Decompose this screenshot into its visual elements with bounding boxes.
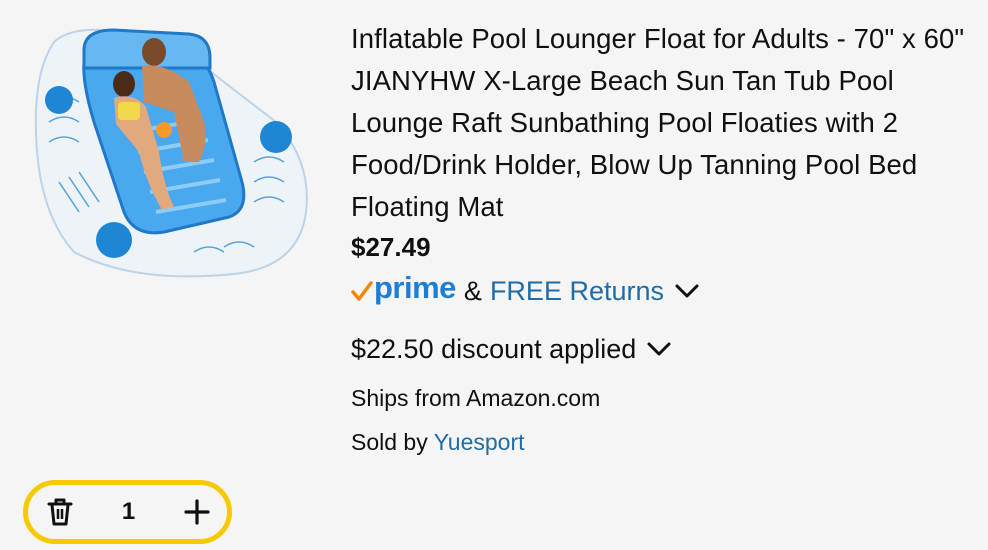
chevron-down-icon[interactable] [674,282,700,300]
prime-amp: & [463,275,482,306]
discount-text: $22.50 discount applied [351,333,637,364]
product-details: Inflatable Pool Lounger Float for Adults… [351,18,966,458]
plus-icon[interactable] [181,496,213,528]
prime-logo: prime [351,270,456,308]
prime-check-icon [351,281,373,301]
trash-icon[interactable] [44,496,76,528]
free-returns-link[interactable]: FREE Returns [490,276,664,307]
seller-link[interactable]: Yuesport [434,429,525,455]
product-title[interactable]: Inflatable Pool Lounger Float for Adults… [351,18,966,228]
quantity-value: 1 [121,498,136,525]
chevron-down-icon[interactable] [646,340,672,358]
ships-from: Ships from Amazon.com [351,385,601,411]
quantity-stepper: 1 [23,480,232,544]
product-image[interactable] [14,12,314,287]
sold-by-label: Sold by [351,429,428,455]
prime-row[interactable]: prime & FREE Returns [351,269,966,313]
product-price: $27.49 [351,232,431,262]
discount-row[interactable]: $22.50 discount applied [351,329,966,369]
sold-by: Sold by Yuesport [351,426,966,458]
cart-item: Inflatable Pool Lounger Float for Adults… [0,0,988,550]
prime-logo-text: prime [374,270,456,305]
